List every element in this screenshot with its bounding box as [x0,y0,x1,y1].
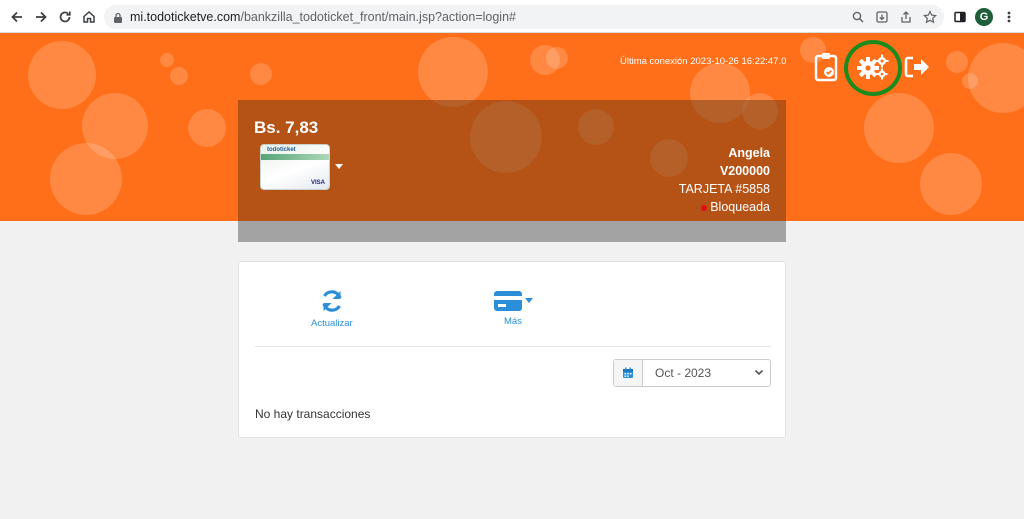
card-panel-footer [238,221,786,242]
calendar-icon[interactable] [614,360,643,386]
status-dot-icon [701,204,708,211]
card-status-text: Bloqueada [710,200,770,214]
kebab-menu-icon[interactable] [998,6,1020,28]
decor-bubble [188,109,226,147]
gears-settings-icon[interactable] [856,52,890,82]
decor-bubble [946,51,968,73]
refresh-label: Actualizar [311,318,353,329]
bookmark-star-icon[interactable] [922,9,938,25]
decor-bubble [864,93,934,163]
back-arrow-icon[interactable] [6,6,28,28]
share-icon[interactable] [898,9,914,25]
card-summary-panel: Bs. 7,83 todoticket VISA Angela V200000 … [238,100,786,242]
decor-bubble [920,153,982,215]
visa-logo-text: VISA [310,180,325,186]
period-value: Oct - 2023 [655,366,712,380]
decor-bubble [160,53,174,67]
refresh-button[interactable]: Actualizar [311,288,353,329]
chevron-down-icon [754,369,764,376]
card-number: TARJETA #5858 [678,182,770,196]
card-image[interactable]: todoticket VISA [260,144,330,190]
empty-transactions-text: No hay transacciones [255,407,371,421]
card-brand-text: todoticket [267,147,296,153]
logout-icon[interactable] [904,54,930,80]
more-button[interactable]: Más [493,290,533,327]
browser-toolbar: mi.todoticketve.com/bankzilla_todoticket… [0,0,1024,33]
clipboard-check-icon[interactable] [812,50,840,84]
install-app-icon[interactable] [874,9,890,25]
lock-icon[interactable] [113,11,123,29]
decor-bubble [546,47,568,69]
chevron-down-icon [525,298,533,303]
more-label: Más [504,316,522,327]
refresh-icon [322,290,342,312]
last-connection-text: Última conexión 2023-10-26 16:22:47.0 [620,56,787,67]
decor-bubble [50,143,122,215]
home-icon[interactable] [78,6,100,28]
address-bar[interactable]: mi.todoticketve.com/bankzilla_todoticket… [104,5,944,29]
card-status: Bloqueada [701,200,770,214]
side-panel-icon[interactable] [949,6,971,28]
credit-card-icon [494,291,522,311]
transactions-panel: Actualizar Más Oct - 2023 No hay transac… [238,261,786,438]
profile-avatar[interactable]: G [975,8,993,26]
decor-bubble [968,43,1024,113]
zoom-icon[interactable] [850,9,866,25]
decor-bubble [250,63,272,85]
decor-bubble [170,67,188,85]
period-select[interactable]: Oct - 2023 [613,359,771,387]
url-text: mi.todoticketve.com/bankzilla_todoticket… [130,10,516,24]
card-balance: Bs. 7,83 [254,118,319,137]
holder-name: Angela [728,146,770,160]
forward-arrow-icon[interactable] [30,6,52,28]
section-divider [255,346,771,347]
decor-bubble [28,41,96,109]
card-stripe [261,154,329,160]
holder-id: V200000 [719,164,770,178]
card-selector-caret-icon[interactable] [335,164,343,169]
reload-icon[interactable] [54,6,76,28]
decor-bubble [418,37,488,107]
